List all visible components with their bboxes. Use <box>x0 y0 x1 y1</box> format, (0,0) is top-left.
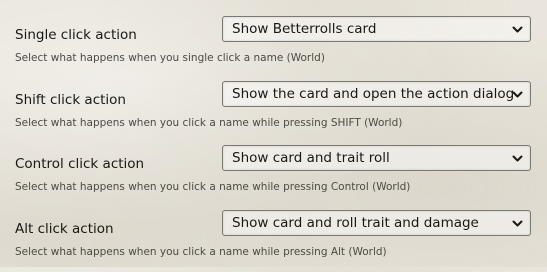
chevron-down-icon <box>512 26 523 33</box>
setting-alt-click: Alt click action Show card and roll trai… <box>0 210 547 272</box>
chevron-down-icon <box>512 220 523 227</box>
setting-hint: Select what happens when you single clic… <box>15 52 325 64</box>
select-value: Show Betterrolls card <box>232 21 377 37</box>
alt-click-action-select[interactable]: Show card and roll trait and damage <box>222 210 531 236</box>
setting-label: Control click action <box>15 156 145 172</box>
select-value: Show card and roll trait and damage <box>232 215 479 231</box>
chevron-down-icon <box>512 91 523 98</box>
shift-click-action-select[interactable]: Show the card and open the action dialog <box>222 81 531 107</box>
chevron-down-icon <box>512 155 523 162</box>
setting-label: Single click action <box>15 27 137 43</box>
setting-shift-click: Shift click action Show the card and ope… <box>0 81 547 143</box>
setting-single-click: Single click action Show Betterrolls car… <box>0 16 547 78</box>
control-click-action-select[interactable]: Show card and trait roll <box>222 145 531 171</box>
setting-hint: Select what happens when you click a nam… <box>15 246 387 258</box>
setting-label: Alt click action <box>15 221 114 237</box>
select-value: Show the card and open the action dialog <box>232 86 515 102</box>
setting-control-click: Control click action Show card and trait… <box>0 145 547 207</box>
setting-hint: Select what happens when you click a nam… <box>15 117 403 129</box>
single-click-action-select[interactable]: Show Betterrolls card <box>222 16 531 42</box>
setting-label: Shift click action <box>15 92 126 108</box>
select-value: Show card and trait roll <box>232 150 390 166</box>
setting-hint: Select what happens when you click a nam… <box>15 181 411 193</box>
